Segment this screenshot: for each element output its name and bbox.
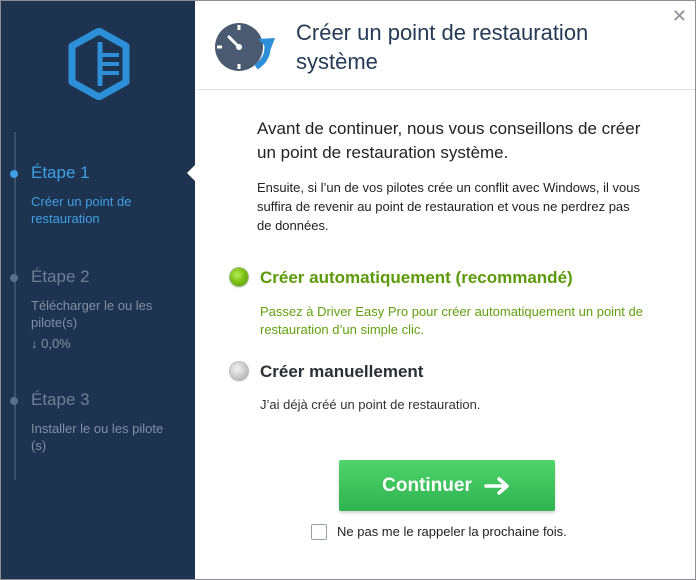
- option-manual-create-label[interactable]: Créer manuellement: [260, 362, 423, 382]
- step-3-description: Installer le ou les pilote (s): [31, 420, 191, 454]
- dont-remind-checkbox[interactable]: [311, 524, 327, 540]
- active-step-pointer: [187, 164, 196, 182]
- step-2-desc-line1: Télécharger le ou les: [31, 298, 153, 313]
- step-2-title: Étape 2: [31, 267, 90, 286]
- step-3-desc-line2: (s): [31, 438, 47, 453]
- step-2-dot: [10, 274, 18, 282]
- close-icon[interactable]: ✕: [672, 6, 687, 27]
- option-auto-create-description: Passez à Driver Easy Pro pour créer auto…: [260, 303, 680, 339]
- dialog-title-line2: système: [296, 49, 378, 74]
- step-3-title: Étape 3: [31, 390, 90, 409]
- dialog-header: Créer un point de restauration système ✕: [196, 1, 695, 90]
- restore-clock-icon: [215, 23, 275, 71]
- step-1-dot: [10, 170, 18, 178]
- info-line2: suffira de revenir au point de restaurat…: [257, 199, 630, 214]
- intro-line2: un point de restauration système.: [257, 143, 509, 162]
- step-1-desc-line1: Créer un point de: [31, 194, 132, 209]
- step-1: Étape 1 Créer un point de restauration: [10, 163, 191, 227]
- continue-button[interactable]: Continuer: [339, 460, 555, 511]
- step-3: Étape 3 Installer le ou les pilote (s): [10, 390, 191, 454]
- step-2-desc-line2: pilote(s): [31, 315, 78, 330]
- restore-point-dialog: Étape 1 Créer un point de restauration É…: [0, 0, 696, 580]
- download-progress: ↓ 0,0%: [31, 336, 71, 351]
- continue-label: Continuer: [382, 474, 472, 496]
- arrow-right-icon: [484, 476, 509, 495]
- info-line1: Ensuite, si l’un de vos pilotes crée un …: [257, 180, 640, 195]
- steps-sidebar: Étape 1 Créer un point de restauration É…: [1, 1, 195, 579]
- step-3-desc-line1: Installer le ou les pilote: [31, 421, 164, 436]
- step-3-dot: [10, 397, 18, 405]
- intro-text: Avant de continuer, nous vous conseillon…: [257, 117, 677, 165]
- option-auto-desc-line1: Passez à Driver Easy Pro pour créer auto…: [260, 304, 643, 319]
- intro-line1: Avant de continuer, nous vous conseillon…: [257, 119, 641, 138]
- steps-timeline: [14, 132, 16, 480]
- step-1-description: Créer un point de restauration: [31, 193, 191, 227]
- step-2-description: Télécharger le ou les pilote(s): [31, 297, 191, 331]
- option-manual-create-description: J’ai déjà créé un point de restauration.: [260, 397, 481, 412]
- option-auto-create-label[interactable]: Créer automatiquement (recommandé): [260, 268, 573, 288]
- dialog-title: Créer un point de restauration système: [296, 18, 656, 76]
- option-auto-desc-line2: restauration d’un simple clic.: [260, 322, 425, 337]
- radio-auto-create[interactable]: [230, 268, 248, 286]
- step-2: Étape 2 Télécharger le ou les pilote(s) …: [10, 267, 191, 351]
- step-1-title: Étape 1: [31, 163, 90, 182]
- info-text: Ensuite, si l’un de vos pilotes crée un …: [257, 178, 677, 235]
- radio-manual-create[interactable]: [230, 362, 248, 380]
- dialog-title-line1: Créer un point de restauration: [296, 20, 589, 45]
- info-line3: de données.: [257, 218, 329, 233]
- step-1-desc-line2: restauration: [31, 211, 100, 226]
- dont-remind-label[interactable]: Ne pas me le rappeler la prochaine fois.: [337, 524, 567, 539]
- driver-easy-logo-icon: [68, 28, 130, 100]
